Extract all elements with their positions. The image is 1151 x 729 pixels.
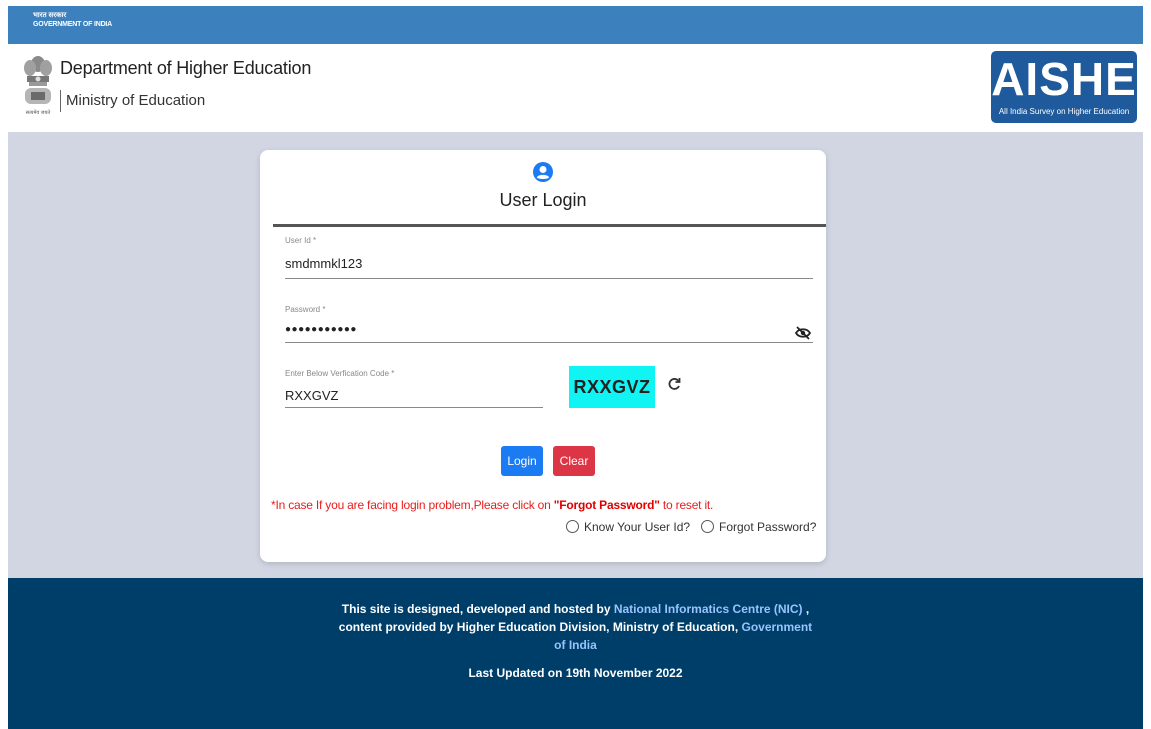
login-title: User Login: [499, 190, 587, 210]
ministry-divider: [60, 90, 61, 112]
know-user-id-radio[interactable]: [566, 520, 579, 533]
footer-line-3: of India: [8, 638, 1143, 652]
gov-hindi-label: भारत सरकार: [33, 12, 67, 19]
of-india-link[interactable]: of India: [554, 638, 597, 652]
clear-button[interactable]: Clear: [553, 446, 595, 476]
password-underline: [285, 342, 813, 343]
aishe-logo[interactable]: AISHE All India Survey on Higher Educati…: [991, 51, 1137, 123]
verification-code-input[interactable]: RXXGVZ: [285, 388, 338, 403]
forgot-password-radio[interactable]: [701, 520, 714, 533]
refresh-icon[interactable]: [666, 376, 682, 392]
password-label: Password *: [285, 305, 326, 314]
footer-hosted-text: This site is designed, developed and hos…: [341, 602, 614, 616]
footer-line-1: This site is designed, developed and hos…: [8, 602, 1143, 616]
verification-code-underline: [285, 407, 543, 408]
user-id-label: User Id *: [285, 236, 317, 245]
main-content: User Login User Id * smdmmkl123 Password…: [8, 132, 1143, 578]
login-help-text: *In case If you are facing login problem…: [271, 498, 713, 512]
login-card: User Login User Id * smdmmkl123 Password…: [260, 150, 826, 562]
government-strip: भारत सरकार GOVERNMENT OF INDIA: [8, 6, 1143, 44]
help-prefix: *In case If you are facing login problem…: [271, 498, 554, 512]
login-button[interactable]: Login: [501, 446, 543, 476]
user-id-underline: [285, 278, 813, 279]
ministry-name: Ministry of Education: [66, 92, 206, 109]
site-header: सत्यमेव जयते Department of Higher Educat…: [8, 44, 1143, 132]
forgot-password-label: Forgot Password?: [719, 520, 817, 534]
aishe-logo-text: AISHE: [991, 53, 1137, 105]
footer-content-text: content provided by Higher Education Div…: [338, 620, 742, 634]
help-suffix: to reset it.: [659, 498, 714, 512]
user-id-input[interactable]: smdmmkl123: [285, 256, 362, 271]
page: भारत सरकार GOVERNMENT OF INDIA सत्यमेव ज…: [8, 6, 1143, 729]
gov-english-label: GOVERNMENT OF INDIA: [33, 21, 113, 28]
know-user-id-label: Know Your User Id?: [584, 520, 691, 534]
footer-line-2: content provided by Higher Education Div…: [8, 620, 1143, 634]
password-input[interactable]: ●●●●●●●●●●●: [285, 324, 357, 335]
forgot-password-link[interactable]: "Forgot Password": [554, 498, 660, 512]
user-circle-icon: [533, 162, 553, 182]
last-updated-text: Last Updated on 19th November 2022: [468, 666, 683, 680]
nic-link[interactable]: National Informatics Centre (NIC): [614, 602, 803, 616]
know-user-id-option[interactable]: Know Your User Id?: [566, 520, 690, 534]
site-footer: This site is designed, developed and hos…: [8, 578, 1143, 729]
emblem-caption: सत्यमेव जयते: [26, 109, 51, 116]
government-link[interactable]: Government: [742, 620, 813, 634]
footer-comma: ,: [802, 602, 810, 616]
captcha-image: RXXGVZ: [569, 366, 655, 408]
eye-slash-icon[interactable]: [795, 326, 811, 340]
verification-code-label: Enter Below Verfication Code *: [285, 369, 395, 378]
forgot-password-option[interactable]: Forgot Password?: [701, 520, 816, 534]
department-title: Department of Higher Education: [60, 58, 312, 78]
aishe-logo-subtitle: All India Survey on Higher Education: [998, 107, 1130, 116]
national-emblem-icon: सत्यमेव जयते: [24, 56, 52, 116]
title-divider: [273, 224, 826, 227]
